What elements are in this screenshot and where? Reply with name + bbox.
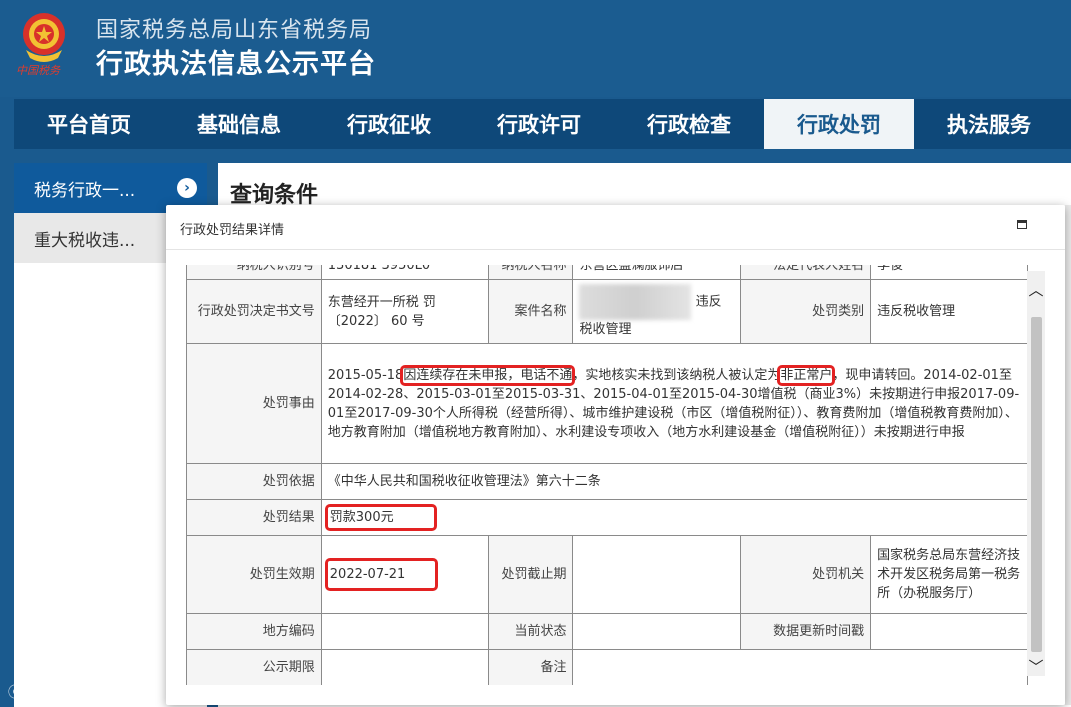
sidebar-item-label: 税务行政一... bbox=[34, 180, 136, 201]
nav-item-license[interactable]: 行政许可 bbox=[464, 99, 614, 149]
table-row: 处罚结果 罚款300元 bbox=[186, 499, 1028, 536]
dialog-scrollbar[interactable]: ︿ ﹀ bbox=[1027, 271, 1045, 676]
effective-date-value: 2022-07-21 bbox=[320, 535, 489, 614]
highlight-box: 非正常户 bbox=[777, 364, 836, 386]
scroll-thumb[interactable] bbox=[1031, 317, 1042, 652]
dialog-header: 行政处罚结果详情 bbox=[166, 205, 1065, 250]
basis-label: 处罚依据 bbox=[186, 463, 322, 500]
highlight-box: 因连续存在未申报，电话不通 bbox=[400, 364, 576, 386]
nav-item-collection[interactable]: 行政征收 bbox=[314, 99, 464, 149]
penalty-detail-dialog: 行政处罚结果详情 纳税人识别号 130181 3950L0 纳税人名称 东营区盛… bbox=[166, 205, 1065, 705]
site-title: 行政执法信息公示平台 bbox=[96, 49, 376, 80]
chevron-up-icon[interactable]: ︿ bbox=[1027, 279, 1045, 299]
detail-table: 纳税人识别号 130181 3950L0 纳税人名称 东营区盛澜服饰店 法定代表… bbox=[186, 265, 1028, 685]
case-name-label: 案件名称 bbox=[487, 279, 574, 344]
background-edge bbox=[1065, 205, 1071, 705]
case-name-value: 违反 税收管理 bbox=[572, 279, 742, 344]
taxpayer-id-label: 纳税人识别号 bbox=[186, 265, 322, 280]
penalty-type-label: 处罚类别 bbox=[740, 279, 872, 344]
region-code-value bbox=[320, 613, 489, 650]
nav-item-basic-info[interactable]: 基础信息 bbox=[164, 99, 314, 149]
reason-label: 处罚事由 bbox=[186, 343, 322, 464]
taxpayer-name-label: 纳税人名称 bbox=[487, 265, 574, 280]
publicity-period-value bbox=[320, 649, 489, 685]
result-value: 罚款300元 bbox=[320, 499, 1028, 536]
decision-number-label: 行政处罚决定书文号 bbox=[186, 279, 322, 344]
nav-item-home[interactable]: 平台首页 bbox=[14, 99, 164, 149]
status-label: 当前状态 bbox=[487, 613, 574, 650]
authority-label: 处罚机关 bbox=[740, 535, 872, 614]
table-row: 处罚生效期 2022-07-21 处罚截止期 处罚机关 国家税务总局东营经济技术… bbox=[186, 535, 1028, 614]
update-timestamp-value bbox=[870, 613, 1028, 650]
dialog-body: 纳税人识别号 130181 3950L0 纳税人名称 东营区盛澜服饰店 法定代表… bbox=[186, 265, 1028, 685]
taxpayer-id-value: 130181 3950L0 bbox=[320, 265, 489, 280]
result-label: 处罚结果 bbox=[186, 499, 322, 536]
legal-rep-label: 法定代表人姓名 bbox=[740, 265, 872, 280]
sidebar-item-label: 重大税收违... bbox=[34, 230, 136, 251]
basis-value: 《中华人民共和国税收征收管理法》第六十二条 bbox=[320, 463, 1028, 500]
main-nav: 平台首页 基础信息 行政征收 行政许可 行政检查 行政处罚 执法服务 bbox=[14, 99, 1071, 149]
status-value bbox=[572, 613, 742, 650]
redacted-blur bbox=[579, 284, 692, 320]
table-row: 地方编码 当前状态 数据更新时间戳 bbox=[186, 613, 1028, 650]
highlight-box: 罚款300元 bbox=[324, 504, 437, 531]
table-row: 纳税人识别号 130181 3950L0 纳税人名称 东营区盛澜服饰店 法定代表… bbox=[186, 265, 1028, 280]
chevron-down-icon[interactable]: ﹀ bbox=[1027, 656, 1045, 676]
publicity-period-label: 公示期限 bbox=[186, 649, 322, 685]
remark-value bbox=[572, 649, 1028, 685]
table-row: 处罚依据 《中华人民共和国税收征收管理法》第六十二条 bbox=[186, 463, 1028, 500]
update-timestamp-label: 数据更新时间戳 bbox=[740, 613, 872, 650]
end-date-label: 处罚截止期 bbox=[487, 535, 574, 614]
site-subtitle: 国家税务总局山东省税务局 bbox=[96, 18, 373, 43]
watermark: ⓒ 大数跨境 bbox=[8, 676, 103, 703]
site-header: 中国税务 国家税务总局山东省税务局 行政执法信息公示平台 bbox=[0, 0, 1071, 97]
table-row: 公示期限 备注 bbox=[186, 649, 1028, 685]
legal-rep-value: 李俊 bbox=[870, 265, 1028, 280]
region-code-label: 地方编码 bbox=[186, 613, 322, 650]
nav-item-penalty[interactable]: 行政处罚 bbox=[764, 99, 914, 149]
watermark-logo-icon: ⓒ bbox=[8, 683, 24, 701]
dialog-title: 行政处罚结果详情 bbox=[180, 223, 285, 238]
end-date-value bbox=[572, 535, 742, 614]
chevron-right-icon: › bbox=[177, 178, 197, 198]
table-row: 行政处罚决定书文号 东营经开一所税 罚〔2022〕 60 号 案件名称 违反 税… bbox=[186, 279, 1028, 344]
effective-date-label: 处罚生效期 bbox=[186, 535, 322, 614]
nav-item-service[interactable]: 执法服务 bbox=[914, 99, 1064, 149]
taxpayer-name-value: 东营区盛澜服饰店 bbox=[572, 265, 742, 280]
penalty-type-value: 违反税收管理 bbox=[870, 279, 1028, 344]
reason-value: 2015-05-18因连续存在未申报，电话不通，实地核实未找到该纳税人被认定为非… bbox=[320, 343, 1028, 464]
remark-label: 备注 bbox=[487, 649, 574, 685]
highlight-box: 2022-07-21 bbox=[324, 558, 439, 591]
nav-item-inspection[interactable]: 行政检查 bbox=[614, 99, 764, 149]
authority-value: 国家税务总局东营经济技术开发区税务局第一税务所（办税服务厅） bbox=[870, 535, 1028, 614]
decision-number-value: 东营经开一所税 罚〔2022〕 60 号 bbox=[320, 279, 489, 344]
table-row: 处罚事由 2015-05-18因连续存在未申报，电话不通，实地核实未找到该纳税人… bbox=[186, 343, 1028, 464]
emblem-signature: 中国税务 bbox=[16, 64, 60, 77]
maximize-icon[interactable] bbox=[1017, 220, 1027, 229]
watermark-text: 大数跨境 bbox=[27, 680, 104, 702]
